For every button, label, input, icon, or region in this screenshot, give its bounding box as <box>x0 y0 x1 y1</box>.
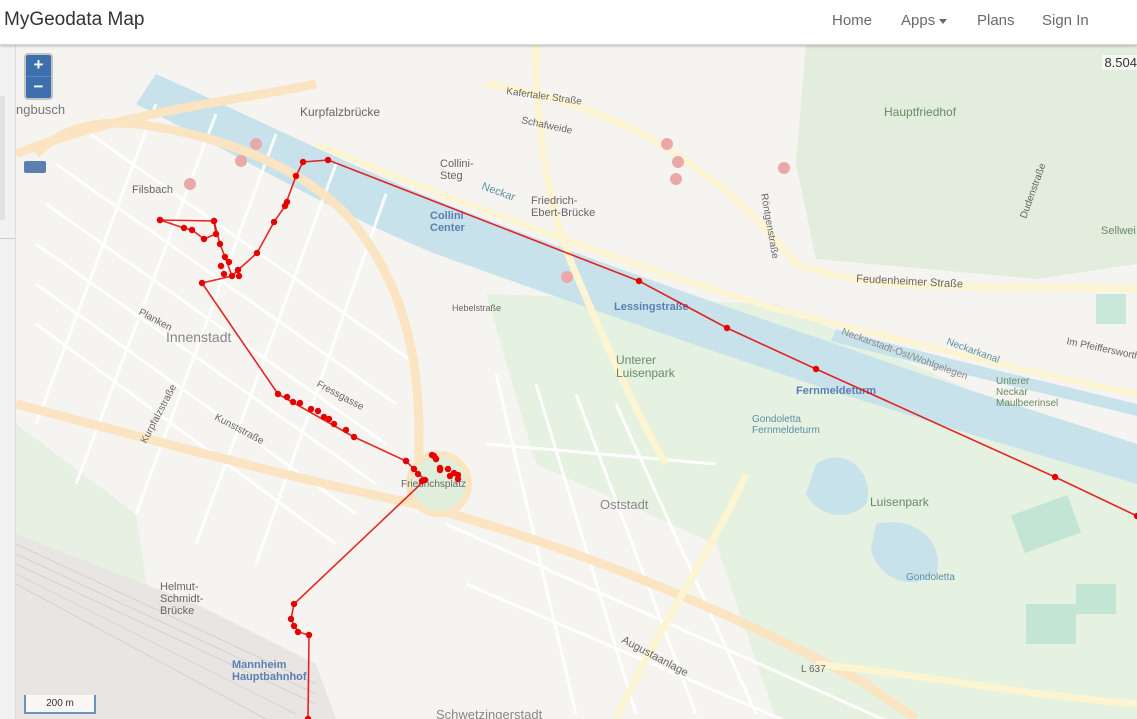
gps-track-point[interactable] <box>235 272 243 280</box>
gps-track-point[interactable] <box>299 158 307 166</box>
gps-track-point[interactable] <box>225 258 233 266</box>
gps-track-line <box>159 219 217 240</box>
layers-button[interactable] <box>24 161 46 173</box>
gps-track-point[interactable] <box>314 407 322 415</box>
gps-track-point[interactable] <box>307 405 315 413</box>
gps-track-point[interactable] <box>156 216 164 224</box>
gps-track-point[interactable] <box>1051 473 1059 481</box>
nav-apps[interactable]: Apps <box>901 12 948 29</box>
gps-track-point[interactable] <box>450 469 458 477</box>
gps-track-point[interactable] <box>296 399 304 407</box>
gps-track-point[interactable] <box>188 226 196 234</box>
gps-track-point[interactable] <box>290 600 298 608</box>
gps-track-point[interactable] <box>325 415 333 423</box>
gps-track-point[interactable] <box>330 420 338 428</box>
gps-track-point[interactable] <box>180 224 188 232</box>
side-panel-edge <box>0 44 16 719</box>
gps-track-point[interactable] <box>812 365 820 373</box>
zoom-in-button[interactable]: + <box>26 55 51 76</box>
gps-track-point[interactable] <box>421 476 429 484</box>
gps-track-point[interactable] <box>635 277 643 285</box>
caret-down-icon <box>939 18 948 24</box>
gps-track-point[interactable] <box>402 457 410 465</box>
nav-plans[interactable]: Plans <box>977 12 1015 29</box>
coordinate-readout: 8.504 <box>1102 55 1137 70</box>
gps-track-point[interactable] <box>723 324 731 332</box>
gps-track-point[interactable] <box>414 470 422 478</box>
gps-track-point[interactable] <box>305 631 313 639</box>
gps-track-point[interactable] <box>342 426 350 434</box>
gps-track-point[interactable] <box>253 249 261 257</box>
gps-track-point[interactable] <box>212 230 220 238</box>
gps-track-point[interactable] <box>290 622 298 630</box>
nav-apps-label: Apps <box>901 12 936 29</box>
nav-sign-in[interactable]: Sign In <box>1042 12 1089 29</box>
gps-track-point[interactable] <box>198 279 206 287</box>
gps-track-point[interactable] <box>454 475 462 483</box>
gps-track-point[interactable] <box>287 615 295 623</box>
zoom-out-button[interactable]: − <box>26 76 51 98</box>
gps-track-point[interactable] <box>216 240 224 248</box>
gps-track-point[interactable] <box>210 217 218 225</box>
gps-track-point[interactable] <box>274 390 282 398</box>
map-viewport[interactable]: ngbusch Kurpfalzbrücke Filsbach Collini-Ste… <box>16 44 1137 719</box>
gps-track-point[interactable] <box>220 270 228 278</box>
gps-track-point[interactable] <box>283 393 291 401</box>
side-panel-handle[interactable] <box>0 96 5 220</box>
gps-track-point[interactable] <box>289 398 297 406</box>
gps-track-line <box>159 219 427 719</box>
top-navbar: MyGeodata Map Home Apps Plans Sign In <box>0 0 1137 45</box>
gps-track-point[interactable] <box>410 465 418 473</box>
nav-home[interactable]: Home <box>832 12 872 29</box>
zoom-control: + − <box>24 53 53 100</box>
gps-track-point[interactable] <box>283 198 291 206</box>
gps-track-point[interactable] <box>270 218 278 226</box>
gps-track-point[interactable] <box>221 253 229 261</box>
gps-track-point[interactable] <box>436 466 444 474</box>
brand-title[interactable]: MyGeodata Map <box>4 9 144 31</box>
side-panel-divider <box>0 238 15 239</box>
gps-track-line <box>231 159 1137 517</box>
gps-track-layer <box>156 156 1137 719</box>
gps-track-point[interactable] <box>234 266 242 274</box>
scale-bar: 200 m <box>24 695 96 714</box>
gps-track-point[interactable] <box>292 172 300 180</box>
gps-track-point[interactable] <box>200 235 208 243</box>
gps-track-point[interactable] <box>217 262 225 270</box>
gps-track-point[interactable] <box>350 433 358 441</box>
gps-track-point[interactable] <box>324 156 332 164</box>
gps-track-point[interactable] <box>294 628 302 636</box>
gps-track-point[interactable] <box>228 272 236 280</box>
gps-track-point[interactable] <box>444 465 452 473</box>
gps-track-point[interactable] <box>432 455 440 463</box>
